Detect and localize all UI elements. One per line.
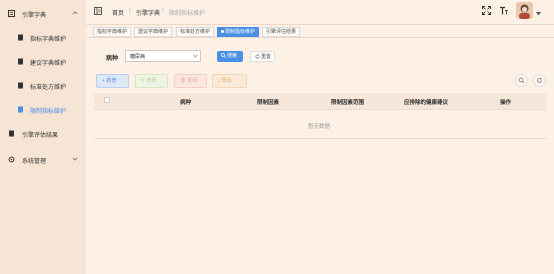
tab-standard-prescription[interactable]: 标准处方维护 — [176, 27, 215, 37]
file-icon — [17, 34, 24, 41]
sidebar-item-standard-prescription[interactable]: 标准处方维护 — [0, 76, 86, 96]
top-header: 首页 / 引擎字典 / 限制指标维护 — [86, 0, 554, 24]
sidebar-item-advice-dictionary[interactable]: 建议字典维护 — [0, 52, 86, 72]
tags-bar: 指标字典维护 建议字典维护 标准处方维护 限制指标维护 引擎评估结果 — [86, 24, 554, 38]
delete-button[interactable]: 🗑 删除 — [174, 74, 207, 88]
breadcrumb-engine-dictionary[interactable]: 引擎字典 — [136, 8, 160, 17]
disease-filter-label: 病种 — [106, 56, 119, 62]
column-header-factor-range[interactable]: 限制因素范围 — [331, 98, 364, 106]
disease-select-value: 糖尿病 — [130, 54, 146, 60]
search-button-label: 搜索 — [227, 53, 238, 59]
tab-label: 指标字典维护 — [97, 29, 128, 35]
refresh-icon — [255, 54, 260, 59]
file-icon — [17, 106, 24, 113]
tab-restriction-indicator[interactable]: 限制指标维护 — [217, 27, 260, 37]
column-header-excluded-advice[interactable]: 应排除的健康建议 — [404, 98, 448, 106]
edit-button-label: 修改 — [146, 78, 157, 84]
column-header-disease[interactable]: 病种 — [180, 98, 191, 106]
chevron-down-icon — [72, 156, 78, 162]
sidebar-group-engine-evaluation[interactable]: 引擎评估结果 — [0, 124, 86, 144]
search-button[interactable]: 搜索 — [217, 51, 243, 62]
column-header-actions: 操作 — [500, 100, 512, 106]
sidebar-item-label: 标准处方维护 — [30, 85, 67, 91]
breadcrumb-separator: / — [129, 8, 131, 14]
chevron-up-icon — [72, 10, 78, 16]
sidebar: 引擎字典 指标字典维护 建议字典维护 标准处方维护 限制指标维护 引擎评估结果 — [0, 0, 86, 274]
sidebar-item-label: 建议字典维护 — [30, 61, 67, 67]
add-button-label: 新增 — [106, 78, 117, 84]
file-icon — [17, 58, 24, 65]
gear-icon — [8, 156, 15, 163]
search-icon — [221, 53, 226, 59]
document-icon — [8, 130, 15, 137]
sidebar-item-label: 指标字典维护 — [30, 37, 67, 43]
empty-table-text: 暂无数据 — [308, 124, 331, 130]
font-size-icon[interactable] — [499, 6, 508, 15]
tab-label: 建议字典维护 — [138, 29, 169, 35]
tab-indicator-dictionary[interactable]: 指标字典维护 — [93, 27, 132, 37]
avatar[interactable] — [516, 2, 533, 19]
tab-label: 标准处方维护 — [180, 29, 211, 35]
tab-label: 限制指标维护 — [225, 29, 256, 35]
breadcrumb-separator: / — [162, 8, 164, 14]
edit-button[interactable]: ✎ 修改 — [135, 74, 168, 88]
chevron-down-icon[interactable] — [536, 12, 541, 16]
sidebar-item-label: 限制指标维护 — [30, 109, 67, 115]
disease-select[interactable]: 糖尿病 — [125, 50, 201, 62]
table-header — [94, 93, 547, 110]
add-button[interactable]: + 新增 — [96, 74, 129, 88]
select-all-checkbox[interactable] — [104, 97, 110, 103]
sidebar-toggle-icon[interactable] — [94, 7, 102, 15]
tab-label: 引擎评估结果 — [266, 29, 297, 35]
sidebar-group-system-management[interactable]: 系统管理 — [0, 150, 86, 170]
sidebar-group-label: 引擎评估结果 — [22, 133, 59, 139]
book-icon — [8, 10, 15, 17]
active-dot-icon — [221, 30, 224, 34]
breadcrumb-current: 限制指标维护 — [169, 11, 206, 17]
delete-button-label: 删除 — [187, 78, 198, 84]
sidebar-group-label: 引擎字典 — [22, 13, 47, 19]
file-icon — [17, 82, 24, 89]
toggle-search-button[interactable] — [515, 74, 528, 87]
reset-button[interactable]: 重置 — [250, 51, 275, 62]
sidebar-group-label: 系统管理 — [22, 159, 47, 165]
tab-engine-evaluation[interactable]: 引擎评估结果 — [262, 27, 301, 37]
reset-button-label: 重置 — [261, 54, 272, 60]
refresh-icon — [537, 77, 542, 83]
trash-icon: 🗑 — [180, 78, 188, 84]
export-button[interactable]: ⤓ 导出 — [212, 74, 247, 88]
chevron-down-icon — [193, 54, 198, 58]
refresh-button[interactable] — [533, 74, 546, 87]
tab-advice-dictionary[interactable]: 建议字典维护 — [134, 27, 173, 37]
sidebar-item-indicator-dictionary[interactable]: 指标字典维护 — [0, 28, 86, 48]
sidebar-item-restriction-indicator[interactable]: 限制指标维护 — [0, 100, 86, 120]
column-header-restriction-factor[interactable]: 限制因素 — [257, 98, 279, 106]
search-icon — [518, 77, 525, 84]
breadcrumb-home[interactable]: 首页 — [112, 8, 124, 17]
export-button-label: 导出 — [221, 78, 232, 84]
fullscreen-icon[interactable] — [482, 6, 491, 15]
sidebar-group-engine-dictionary[interactable]: 引擎字典 — [0, 4, 86, 24]
